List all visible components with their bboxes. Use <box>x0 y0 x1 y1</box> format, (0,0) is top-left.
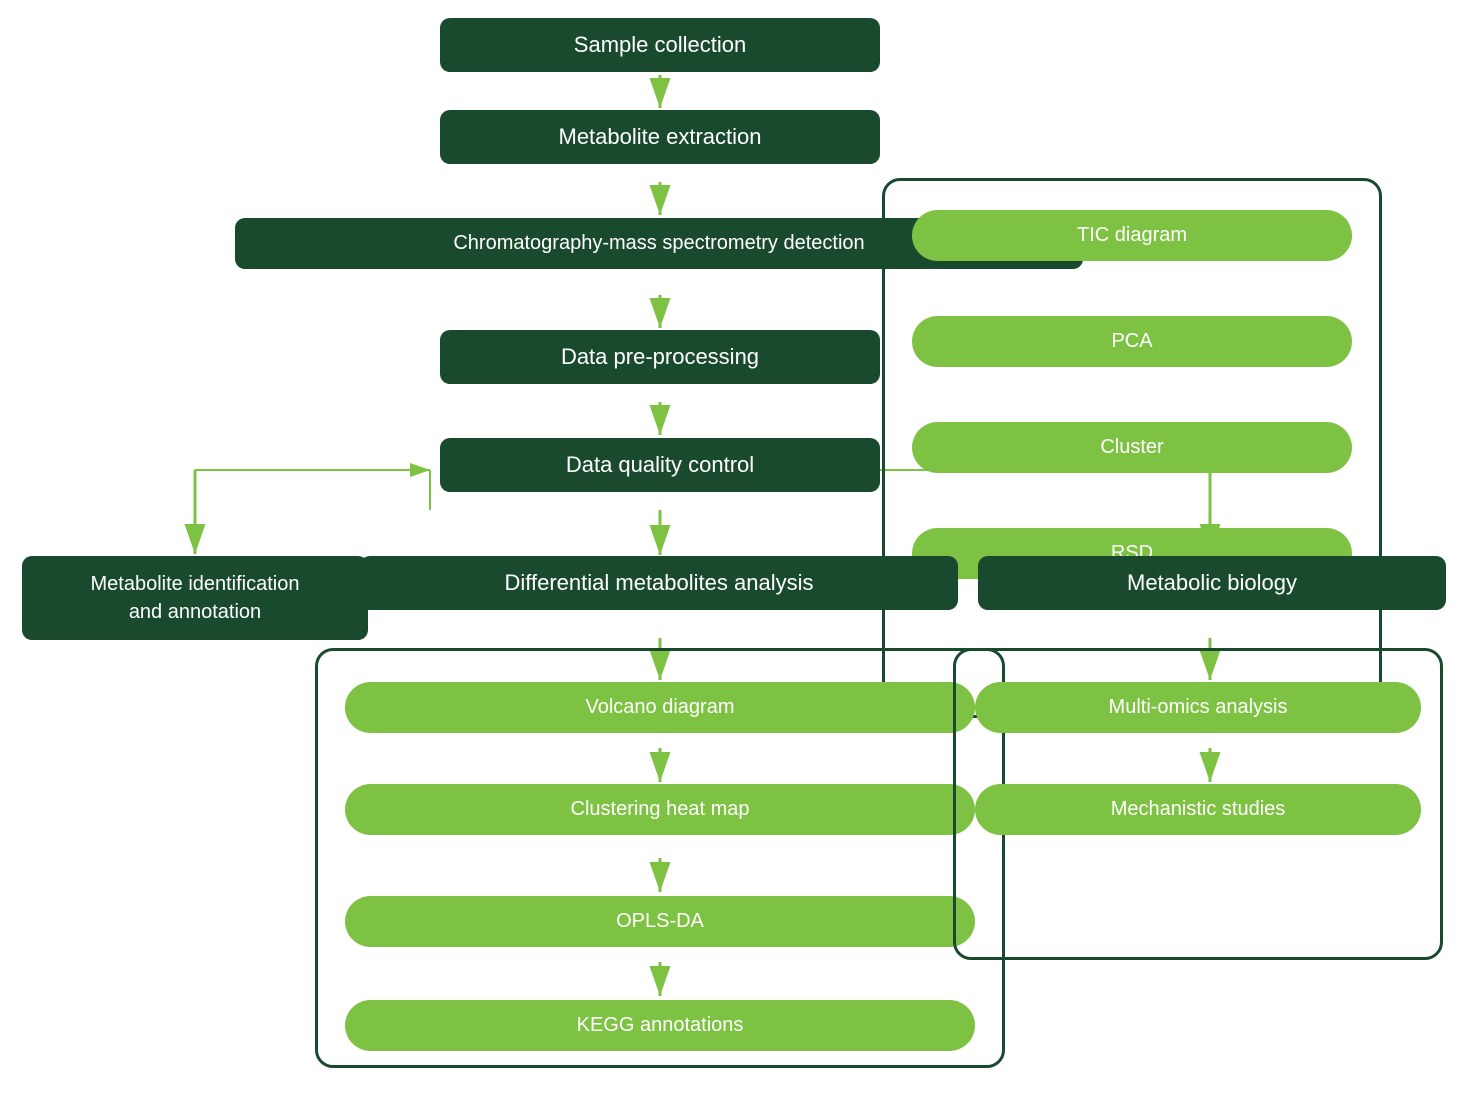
mechanistic-box: Mechanistic studies <box>975 784 1421 835</box>
flowchart: Sample collection Metabolite extraction … <box>0 0 1474 1098</box>
volcano-box: Volcano diagram <box>345 682 975 733</box>
tic-diagram-box: TIC diagram <box>912 210 1352 261</box>
cluster-box: Cluster <box>912 422 1352 473</box>
clustering-heatmap-box: Clustering heat map <box>345 784 975 835</box>
opls-da-box: OPLS-DA <box>345 896 975 947</box>
metabolite-extraction-box: Metabolite extraction <box>440 110 880 164</box>
multi-omics-box: Multi-omics analysis <box>975 682 1421 733</box>
kegg-box: KEGG annotations <box>345 1000 975 1051</box>
data-preprocessing-box: Data pre-processing <box>440 330 880 384</box>
metabolic-biology-box: Metabolic biology <box>978 556 1446 610</box>
sample-collection-box: Sample collection <box>440 18 880 72</box>
metabolite-id-box: Metabolite identification and annotation <box>22 556 368 640</box>
pca-box: PCA <box>912 316 1352 367</box>
differential-box: Differential metabolites analysis <box>360 556 958 610</box>
data-quality-box: Data quality control <box>440 438 880 492</box>
